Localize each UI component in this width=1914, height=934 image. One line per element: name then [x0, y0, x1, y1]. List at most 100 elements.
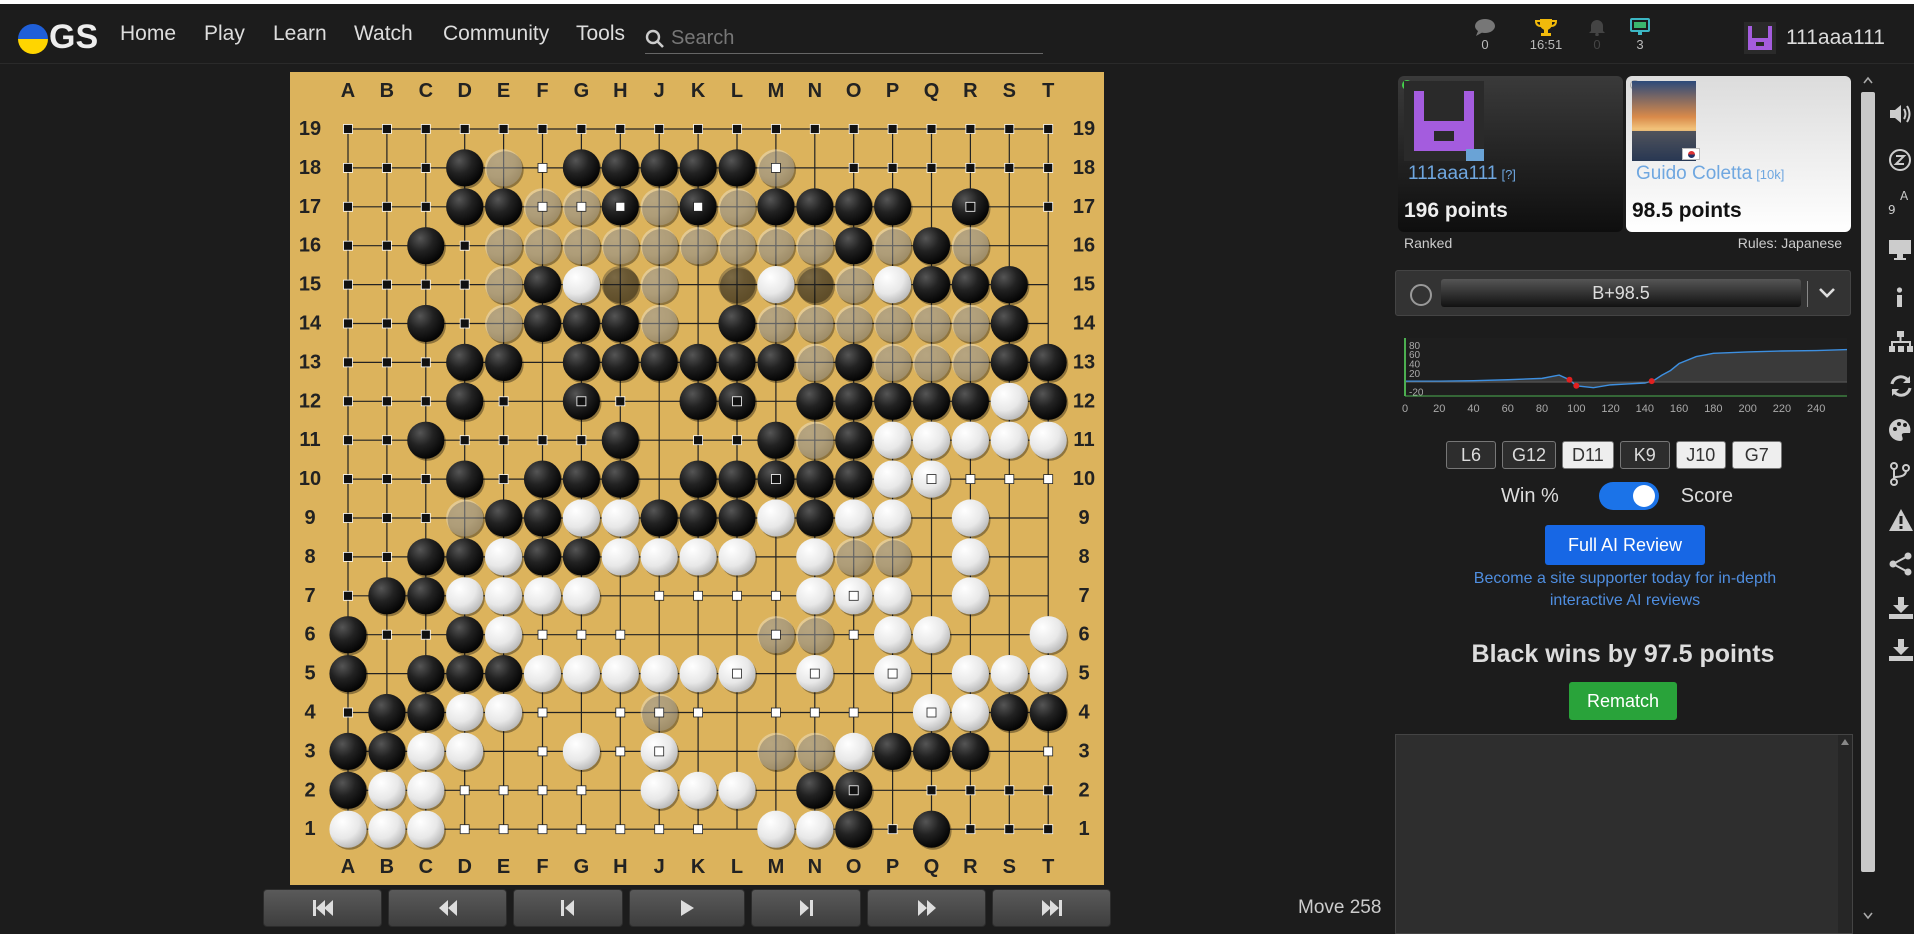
search-input[interactable] [671, 27, 1021, 50]
download-icon[interactable] [1888, 596, 1914, 620]
black-territory-mark [848, 785, 859, 796]
chat-indicator[interactable]: 0 [1455, 18, 1515, 52]
score-estimate-value: B+98.5 [1441, 279, 1801, 307]
black-stone [446, 382, 484, 420]
coordinates-icon[interactable]: 9A [1888, 188, 1914, 216]
white-stone [874, 499, 912, 537]
white-stone [796, 616, 834, 654]
column-label: T [1042, 856, 1054, 878]
row-label: 14 [299, 313, 322, 335]
nav-tools[interactable]: Tools [576, 22, 625, 46]
white-stone [446, 693, 484, 732]
user-menu[interactable]: 111aaa111 [1744, 22, 1885, 54]
go-board[interactable]: A A B B C C D D E E F F G G H H J J K K L L M M N N O O P P Q Q R R S S T T 19… [290, 72, 1104, 885]
games-indicator[interactable]: 3 [1610, 18, 1670, 52]
row-label: 11 [1073, 429, 1094, 451]
nav-watch[interactable]: Watch [354, 22, 413, 46]
black-territory-mark [1004, 124, 1015, 134]
white-territory-mark [848, 629, 859, 640]
white-stone [640, 266, 678, 304]
game-tree-icon[interactable] [1888, 330, 1914, 354]
back-ten-button[interactable] [388, 889, 507, 927]
refresh-icon[interactable] [1888, 374, 1914, 398]
variation-button[interactable]: D11 [1562, 441, 1614, 469]
column-label: F [536, 856, 548, 878]
chart-marker[interactable] [1566, 376, 1573, 383]
white-stone [874, 616, 912, 654]
skip-to-end-icon [1041, 900, 1062, 916]
chat-log[interactable] [1395, 734, 1853, 934]
play-button[interactable] [629, 889, 745, 927]
column-label: A [341, 856, 355, 878]
ogs-logo[interactable]: GS [18, 18, 98, 57]
variation-button[interactable]: J10 [1675, 441, 1726, 469]
first-move-button[interactable] [263, 889, 382, 927]
black-player-card[interactable]: 111aaa111 [?] 196 points [1398, 76, 1623, 232]
search-box[interactable] [645, 24, 1043, 54]
black-territory-mark [926, 785, 937, 796]
white-player-card[interactable]: Guido Coletta [10k] 98.5 points [1626, 76, 1851, 232]
white-stone [446, 732, 484, 771]
scrollbar-thumb[interactable] [1861, 92, 1875, 872]
share-icon[interactable] [1888, 552, 1914, 576]
supporter-link[interactable]: Become a site supporter today for in-dep… [1465, 568, 1785, 612]
last-move-button[interactable] [992, 889, 1111, 927]
tournament-time: 16:51 [1529, 37, 1563, 52]
nav-learn[interactable]: Learn [273, 22, 327, 46]
variation-button[interactable]: G7 [1731, 441, 1782, 469]
black-stone [368, 732, 406, 771]
forward-ten-button[interactable] [867, 889, 986, 927]
chart-marker[interactable] [1573, 382, 1580, 389]
monitor-icon [1630, 18, 1650, 35]
full-ai-review-button[interactable]: Full AI Review [1545, 525, 1705, 565]
chevron-down-icon[interactable] [1818, 286, 1836, 300]
black-stone [407, 577, 445, 615]
white-territory-mark [693, 201, 704, 212]
score-estimate-bar[interactable]: B+98.5 [1395, 270, 1851, 316]
chart-x-tick: 20 [1433, 403, 1445, 415]
chat-scrollbar[interactable] [1838, 735, 1852, 933]
black-territory-mark [382, 201, 392, 212]
branch-icon[interactable] [1888, 462, 1914, 486]
white-stone [951, 421, 990, 459]
white-territory-mark [654, 590, 665, 601]
top-navbar: GS Home Play Learn Watch Community Tools… [0, 0, 1914, 64]
nav-community[interactable]: Community [443, 22, 549, 46]
move-number-label: Move 258 [1298, 897, 1382, 918]
ai-winrate-chart[interactable]: 0 20 40 60 80 100 120 140 160 180 200 220 2408060402… [1395, 332, 1851, 428]
monitor-icon[interactable] [1888, 238, 1914, 262]
variation-button[interactable]: G12 [1502, 441, 1557, 469]
winrate-score-toggle[interactable] [1598, 482, 1659, 510]
white-territory-mark [537, 707, 548, 718]
nav-play[interactable]: Play [204, 22, 245, 46]
variation-button[interactable]: L6 [1446, 441, 1496, 469]
ukraine-flag-icon [18, 23, 48, 54]
chart-marker[interactable] [1648, 378, 1655, 385]
rematch-button[interactable]: Rematch [1569, 682, 1677, 720]
svg-text:9: 9 [1888, 203, 1896, 216]
palette-icon[interactable] [1888, 418, 1914, 442]
page-scrollbar[interactable] [1859, 72, 1877, 930]
variation-button[interactable]: K9 [1619, 441, 1670, 469]
nav-home[interactable]: Home [120, 22, 176, 46]
column-label: J [654, 80, 665, 102]
black-player-name[interactable]: 111aaa111 [?] [1408, 163, 1516, 185]
sound-icon[interactable] [1888, 102, 1914, 126]
info-icon[interactable] [1888, 286, 1914, 310]
next-move-button[interactable] [751, 889, 861, 927]
zen-mode-icon[interactable] [1888, 148, 1914, 172]
download-sgf-icon[interactable] [1888, 638, 1914, 662]
white-stone [562, 655, 600, 693]
divider [1807, 281, 1808, 307]
white-stone [718, 227, 756, 265]
white-stone [912, 421, 951, 459]
black-territory-mark [965, 124, 976, 134]
white-territory-mark [732, 590, 742, 601]
white-territory-mark [615, 746, 626, 757]
white-player-name[interactable]: Guido Coletta [10k] [1636, 163, 1784, 185]
previous-move-button[interactable] [513, 889, 623, 927]
black-stone [796, 188, 834, 226]
warning-icon[interactable] [1888, 508, 1914, 532]
black-territory-mark [887, 824, 898, 835]
black-territory-mark [1004, 785, 1015, 796]
